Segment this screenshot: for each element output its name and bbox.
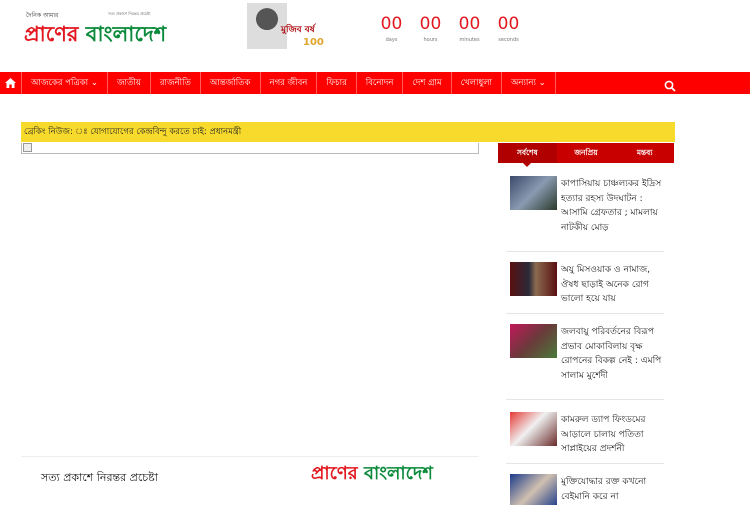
nav-item-feature[interactable]: ফিচার bbox=[317, 72, 357, 94]
news-thumbnail[interactable] bbox=[510, 474, 557, 505]
main-image[interactable] bbox=[21, 143, 479, 154]
nav-item-others[interactable]: অন্যান্য ⌄ bbox=[502, 72, 556, 94]
page: দৈনিক আমার প্রাণের বাংলাদেশ সত্য প্রকাশে… bbox=[0, 0, 750, 505]
list-item[interactable]: অযু মিসওয়াক ও নামাজ, ঔষধ ছাড়াই অনেক রো… bbox=[506, 256, 664, 314]
countdown-hours: 00 hours bbox=[411, 14, 450, 43]
footer-logo-red: প্রাণের bbox=[311, 463, 358, 484]
site-logo[interactable]: দৈনিক আমার প্রাণের বাংলাদেশ সত্য প্রকাশে… bbox=[24, 8, 199, 48]
logo-subtext: সত্য প্রকাশে নিরন্তর প্রচেষ্টা bbox=[108, 11, 151, 16]
list-item[interactable]: মুক্তিযোদ্ধার রক্ত কখনো বেইমানি করে না bbox=[506, 468, 664, 505]
logo-text: প্রাণের বাংলাদেশ bbox=[24, 18, 166, 53]
countdown-value: 00 bbox=[419, 14, 442, 34]
nav-item-international[interactable]: আন্তর্জাতিক bbox=[201, 72, 261, 94]
tab-comments[interactable]: মন্তব্য bbox=[615, 143, 674, 163]
breaking-news-ticker[interactable]: ব্রেকিং নিউজ: ঃ যোগাযোগের কেন্দ্রবিন্দু … bbox=[21, 122, 675, 142]
nav-item-national[interactable]: জাতীয় bbox=[108, 72, 151, 94]
tab-popular[interactable]: জনপ্রিয় bbox=[557, 143, 616, 163]
search-icon[interactable] bbox=[664, 77, 676, 92]
main-nav: আজকের পত্রিকা ⌄ জাতীয় রাজনীতি আন্তর্জাত… bbox=[0, 72, 750, 94]
news-title[interactable]: কামরুল ড্যাপ ফিংডমের আড়ালে চালায় পতিতা… bbox=[561, 413, 665, 457]
sidebar-tabs: সর্বশেষ জনপ্রিয় মন্তব্য bbox=[498, 143, 674, 167]
news-thumbnail[interactable] bbox=[510, 412, 557, 446]
list-item[interactable]: জলবায়ু পরিবর্তনের বিরূপ প্রভাব মোকাবিলা… bbox=[506, 318, 664, 400]
nav-item-today[interactable]: আজকের পত্রিকা ⌄ bbox=[22, 72, 108, 94]
list-item[interactable]: কাপাসিয়ায় চাঞ্চল্যকর ইদ্রিস হত্যার রহস… bbox=[506, 170, 664, 252]
mujib-banner: মুজিব বর্ষ 100 bbox=[247, 3, 324, 51]
footer-logo-green: বাংলাদেশ bbox=[363, 463, 433, 484]
news-title[interactable]: অযু মিসওয়াক ও নামাজ, ঔষধ ছাড়াই অনেক রো… bbox=[561, 263, 665, 307]
countdown-days: 00 days bbox=[372, 14, 411, 43]
countdown-value: 00 bbox=[497, 14, 520, 34]
countdown-value: 00 bbox=[380, 14, 403, 34]
nav-item-politics[interactable]: রাজনীতি bbox=[151, 72, 201, 94]
countdown-value: 00 bbox=[458, 14, 481, 34]
news-thumbnail[interactable] bbox=[510, 262, 557, 296]
logo-red-word: প্রাণের bbox=[24, 22, 79, 46]
countdown-label: hours bbox=[423, 37, 438, 43]
home-icon[interactable] bbox=[0, 72, 22, 94]
news-thumbnail[interactable] bbox=[510, 324, 557, 358]
countdown-label: minutes bbox=[459, 37, 480, 43]
broken-image-icon bbox=[23, 143, 32, 152]
news-thumbnail[interactable] bbox=[510, 176, 557, 210]
footer-logo[interactable]: প্রাণের বাংলাদেশ bbox=[311, 459, 433, 490]
nav-item-country[interactable]: দেশ গ্রাম bbox=[403, 72, 452, 94]
list-item[interactable]: কামরুল ড্যাপ ফিংডমের আড়ালে চালায় পতিতা… bbox=[506, 406, 664, 464]
news-title[interactable]: কাপাসিয়ায় চাঞ্চল্যকর ইদ্রিস হত্যার রহস… bbox=[561, 177, 665, 235]
countdown-label: seconds bbox=[498, 37, 519, 43]
nav-item-sports[interactable]: খেলাধুলা bbox=[452, 72, 503, 94]
nav-item-entertainment[interactable]: বিনোদন bbox=[357, 72, 404, 94]
countdown-seconds: 00 seconds bbox=[489, 14, 528, 43]
logo-green-word: বাংলাদেশ bbox=[85, 22, 167, 46]
countdown-minutes: 00 minutes bbox=[450, 14, 489, 43]
countdown-timer: 00 days 00 hours 00 minutes 00 seconds bbox=[372, 14, 528, 43]
countdown-label: days bbox=[385, 37, 398, 43]
nav-item-city-life[interactable]: নগর জীবন bbox=[261, 72, 318, 94]
news-title[interactable]: জলবায়ু পরিবর্তনের বিরূপ প্রভাব মোকাবিলা… bbox=[561, 325, 665, 383]
slogan-text: সত্য প্রকাশে নিরন্তর প্রচেষ্টা bbox=[41, 471, 158, 484]
banner-number: 100 bbox=[303, 37, 324, 48]
footer-logo-strip: সত্য প্রকাশে নিরন্তর প্রচেষ্টা প্রাণের ব… bbox=[21, 456, 479, 486]
tab-latest[interactable]: সর্বশেষ bbox=[498, 143, 557, 167]
news-title[interactable]: মুক্তিযোদ্ধার রক্ত কখনো বেইমানি করে না bbox=[561, 475, 665, 504]
